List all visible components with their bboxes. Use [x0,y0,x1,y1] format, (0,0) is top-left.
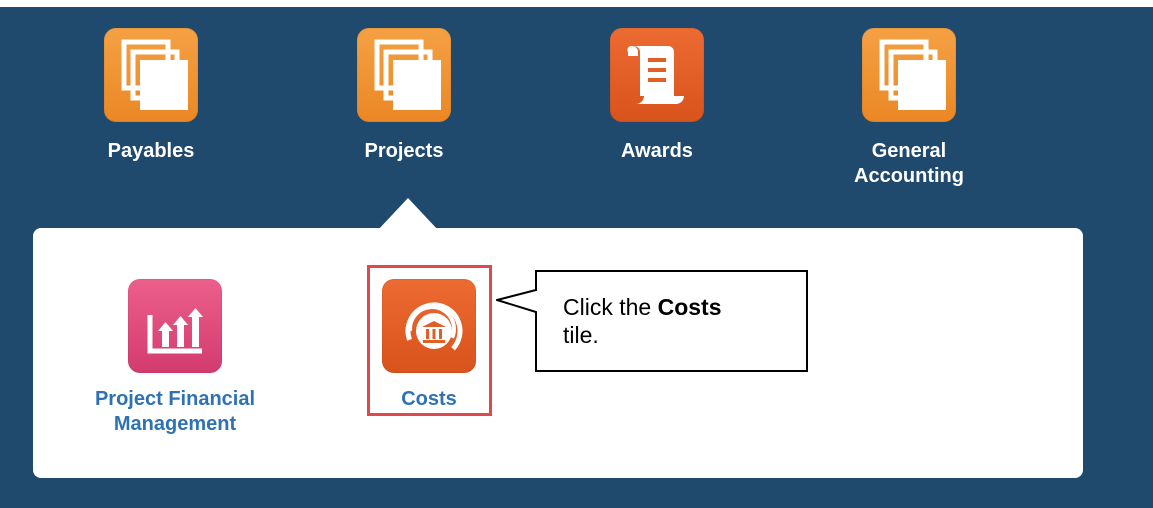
project-financial-management-label-line2: Management [113,413,237,435]
payables-label: Payables [107,140,195,162]
general-accounting-label-line2: Accounting [854,165,964,187]
project-financial-management-tile[interactable] [128,279,222,373]
scroll-document-icon [627,45,684,104]
callout-text-bold: Costs [657,294,722,320]
costs-highlight-box [367,265,492,416]
callout-text-before: Click the [563,294,658,320]
submenu-pointer [378,198,438,230]
stacked-pages-icon [879,39,946,110]
general-accounting-label-line1: General [871,140,947,162]
payables-tile[interactable] [104,28,198,122]
general-accounting-label: General Accounting [829,139,989,189]
general-accounting-tile[interactable] [862,28,956,122]
stacked-pages-icon [374,39,441,110]
stacked-pages-icon [121,39,188,110]
bar-chart-arrows-icon [147,308,203,354]
awards-label: Awards [621,140,693,162]
callout-text-after: tile. [563,322,599,348]
awards-tile[interactable] [610,28,704,122]
projects-label: Projects [364,140,444,162]
project-financial-management-label-line1: Project Financial [94,388,256,410]
projects-tile[interactable] [357,28,451,122]
callout-text: Click the Costs tile. [563,293,793,349]
stage: Payables Projects Awards General Account… [0,0,1153,508]
project-financial-management-label: Project Financial Management [70,387,280,437]
